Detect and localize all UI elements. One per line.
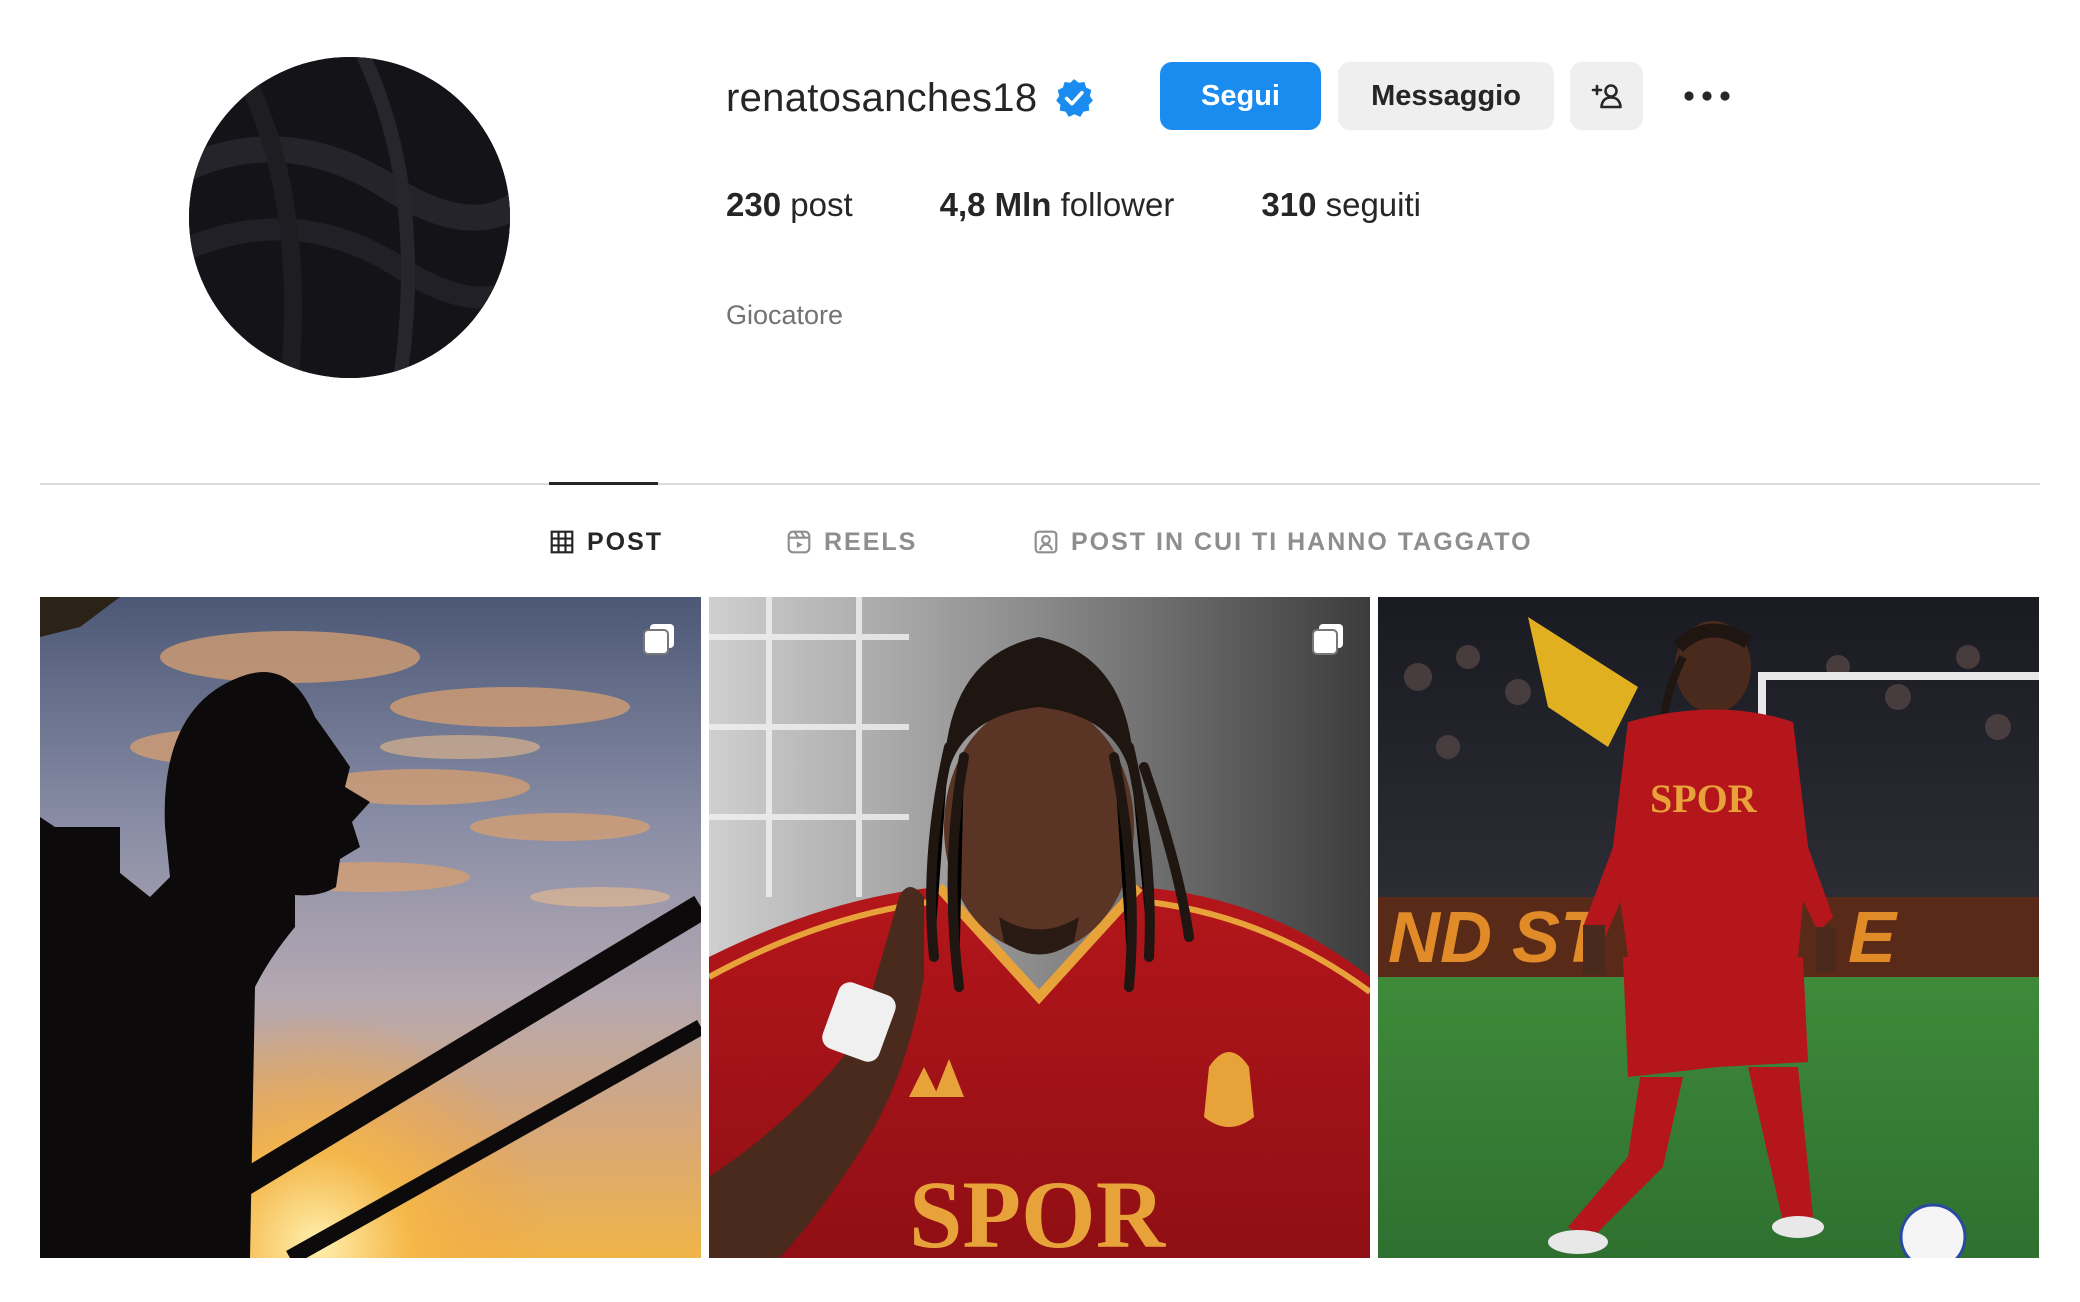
verified-badge-icon: [1053, 77, 1095, 119]
tab-tagged[interactable]: POST IN CUI TI HANNO TAGGATO: [1033, 522, 1533, 562]
post-thumbnail[interactable]: [40, 597, 701, 1258]
svg-text:SPOR: SPOR: [1650, 776, 1758, 821]
tab-reels-label: REELS: [824, 527, 918, 556]
post-thumbnail[interactable]: ND ST E SPOR: [1378, 597, 2039, 1258]
reels-icon: [787, 530, 811, 554]
post-thumbnail[interactable]: SPOR: [709, 597, 1370, 1258]
carousel-icon: [1312, 624, 1343, 655]
following-count: 310: [1261, 186, 1317, 223]
following-label: seguiti: [1325, 186, 1421, 223]
posts-label: post: [790, 186, 853, 223]
profile-avatar[interactable]: [189, 57, 510, 378]
username-row: renatosanches18: [726, 62, 1095, 134]
posts-count: 230: [726, 186, 782, 223]
followers-stat[interactable]: 4,8 Mln follower: [940, 186, 1175, 224]
following-stat[interactable]: 310 seguiti: [1261, 186, 1421, 224]
suggested-users-button[interactable]: [1570, 62, 1643, 130]
posts-stat: 230 post: [726, 186, 853, 224]
follow-button[interactable]: Segui: [1160, 62, 1321, 130]
tab-reels[interactable]: REELS: [786, 522, 917, 562]
post-image: [40, 597, 701, 1258]
tagged-icon: [1034, 530, 1058, 554]
avatar-image: [189, 57, 510, 378]
profile-stats: 230 post 4,8 Mln follower 310 seguiti: [726, 186, 1421, 224]
more-options-button[interactable]: [1672, 62, 1742, 130]
active-tab-indicator: [549, 482, 658, 485]
more-dots-icon: [1684, 91, 1730, 101]
username: renatosanches18: [726, 75, 1038, 120]
tab-posts-label: POST: [587, 527, 664, 556]
add-person-icon: [1591, 84, 1622, 109]
svg-text:E: E: [1848, 898, 1898, 978]
post-image: ND ST E SPOR: [1378, 597, 2039, 1258]
tab-tagged-label: POST IN CUI TI HANNO TAGGATO: [1071, 527, 1533, 556]
message-button[interactable]: Messaggio: [1338, 62, 1554, 130]
tab-posts[interactable]: POST: [549, 522, 663, 562]
grid-icon: [550, 530, 574, 554]
tabs-divider: [40, 483, 2040, 485]
followers-label: follower: [1060, 186, 1175, 223]
svg-text:SPOR: SPOR: [909, 1161, 1167, 1258]
carousel-icon: [643, 624, 674, 655]
followers-count: 4,8 Mln: [939, 186, 1052, 223]
svg-text:ND ST: ND ST: [1388, 898, 1610, 978]
post-image: SPOR: [709, 597, 1370, 1258]
profile-category: Giocatore: [726, 300, 844, 330]
